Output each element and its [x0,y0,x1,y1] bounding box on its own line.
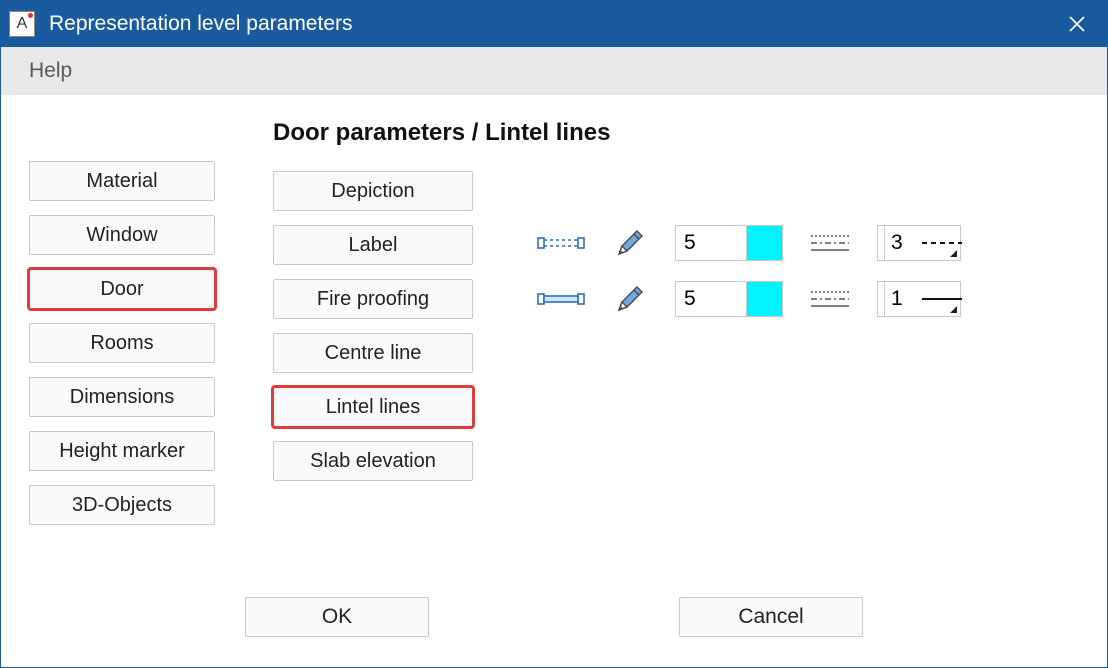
category-3d-objects[interactable]: 3D-Objects [29,485,215,525]
close-icon [1069,16,1085,32]
category-height-marker[interactable]: Height marker [29,431,215,471]
titlebar: A Representation level parameters [1,1,1107,47]
pen-width-input-1[interactable] [675,225,747,261]
linetype-preview-dashed-icon [922,226,962,260]
content-area: Door parameters / Lintel lines Material … [1,95,1107,597]
pencil-icon[interactable] [613,226,647,260]
pen-width-input-2[interactable] [675,281,747,317]
category-material[interactable]: Material [29,161,215,201]
linetype-select-2[interactable] [877,281,961,317]
sub-lintel-lines[interactable]: Lintel lines [273,387,473,427]
parameters-panel [537,223,961,525]
ok-button[interactable]: OK [245,597,429,637]
dialog-footer: OK Cancel [1,597,1107,667]
category-dimensions[interactable]: Dimensions [29,377,215,417]
sub-depiction[interactable]: Depiction [273,171,473,211]
menu-help[interactable]: Help [21,53,80,89]
category-list: Material Window Door Rooms Dimensions He… [29,161,215,525]
menubar: Help [1,47,1107,95]
linetype-icon [811,229,849,257]
linetype-select-1[interactable] [877,225,961,261]
sub-fire-proofing[interactable]: Fire proofing [273,279,473,319]
sub-slab-elevation[interactable]: Slab elevation [273,441,473,481]
lintel-row-solid [537,279,961,319]
cancel-button[interactable]: Cancel [679,597,863,637]
category-window[interactable]: Window [29,215,215,255]
line-preview-solid-icon [537,288,585,310]
line-preview-dashed-icon [537,232,585,254]
page-heading: Door parameters / Lintel lines [273,119,1079,147]
linetype-icon [811,285,849,313]
sub-label[interactable]: Label [273,225,473,265]
pencil-icon[interactable] [613,282,647,316]
dialog-window: A Representation level parameters Help D… [0,0,1108,668]
close-button[interactable] [1047,1,1107,47]
lintel-row-dashed [537,223,961,263]
color-swatch-2[interactable] [747,281,783,317]
subcategory-list: Depiction Label Fire proofing Centre lin… [273,171,473,525]
linetype-value-2[interactable] [884,281,922,317]
window-title: Representation level parameters [49,12,1047,36]
sub-centre-line[interactable]: Centre line [273,333,473,373]
color-swatch-1[interactable] [747,225,783,261]
linetype-value-1[interactable] [884,225,922,261]
app-icon: A [9,11,35,37]
category-rooms[interactable]: Rooms [29,323,215,363]
linetype-preview-solid-icon [922,282,962,316]
category-door[interactable]: Door [29,269,215,309]
